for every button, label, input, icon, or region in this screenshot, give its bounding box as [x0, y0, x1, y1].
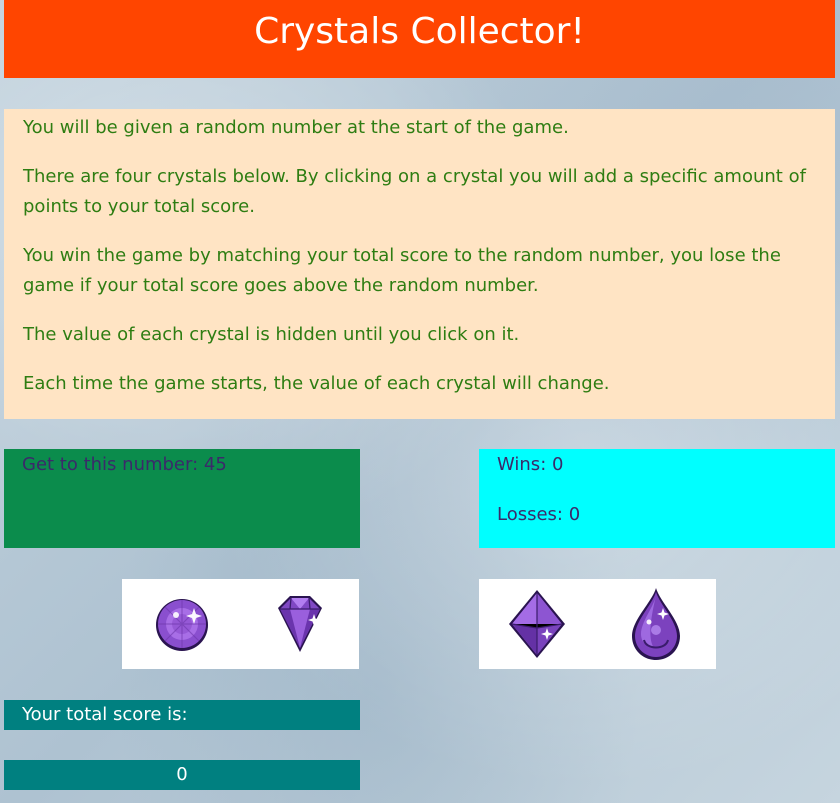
teardrop-purple-gem-icon [632, 588, 680, 660]
crystal-panel-left [122, 579, 359, 669]
total-score-value: 0 [4, 760, 360, 790]
instruction-text: The value of each crystal is hidden unti… [23, 324, 520, 345]
crystal-button-4[interactable] [616, 584, 696, 664]
instruction-text: You win the game by matching your total … [23, 245, 781, 296]
instructions-panel: You will be given a random number at the… [4, 109, 835, 419]
crystal-button-2[interactable] [260, 584, 340, 664]
instruction-text: Each time the game starts, the value of … [23, 373, 610, 394]
instruction-text: There are four crystals below. By clicki… [23, 166, 806, 217]
target-number-panel: Get to this number: 45 [4, 449, 360, 548]
instruction-text: You will be given a random number at the… [23, 117, 569, 138]
crystal-button-3[interactable] [497, 584, 577, 664]
stats-panel: Wins: 0 Losses: 0 [479, 449, 835, 548]
crystal-panel-right [479, 579, 716, 669]
crystal-button-1[interactable] [142, 584, 222, 664]
total-score-value-text: 0 [176, 764, 188, 785]
losses-counter: Losses: 0 [497, 504, 581, 525]
total-score-label-text: Your total score is: [22, 704, 188, 725]
diamond-purple-gem-icon [278, 596, 322, 652]
total-score-label: Your total score is: [4, 700, 360, 730]
round-purple-gem-icon [156, 599, 208, 651]
octahedron-purple-gem-icon [509, 590, 565, 658]
page-title: Crystals Collector! [4, 0, 835, 78]
target-number-label: Get to this number: 45 [22, 454, 227, 475]
wins-counter: Wins: 0 [497, 454, 564, 475]
